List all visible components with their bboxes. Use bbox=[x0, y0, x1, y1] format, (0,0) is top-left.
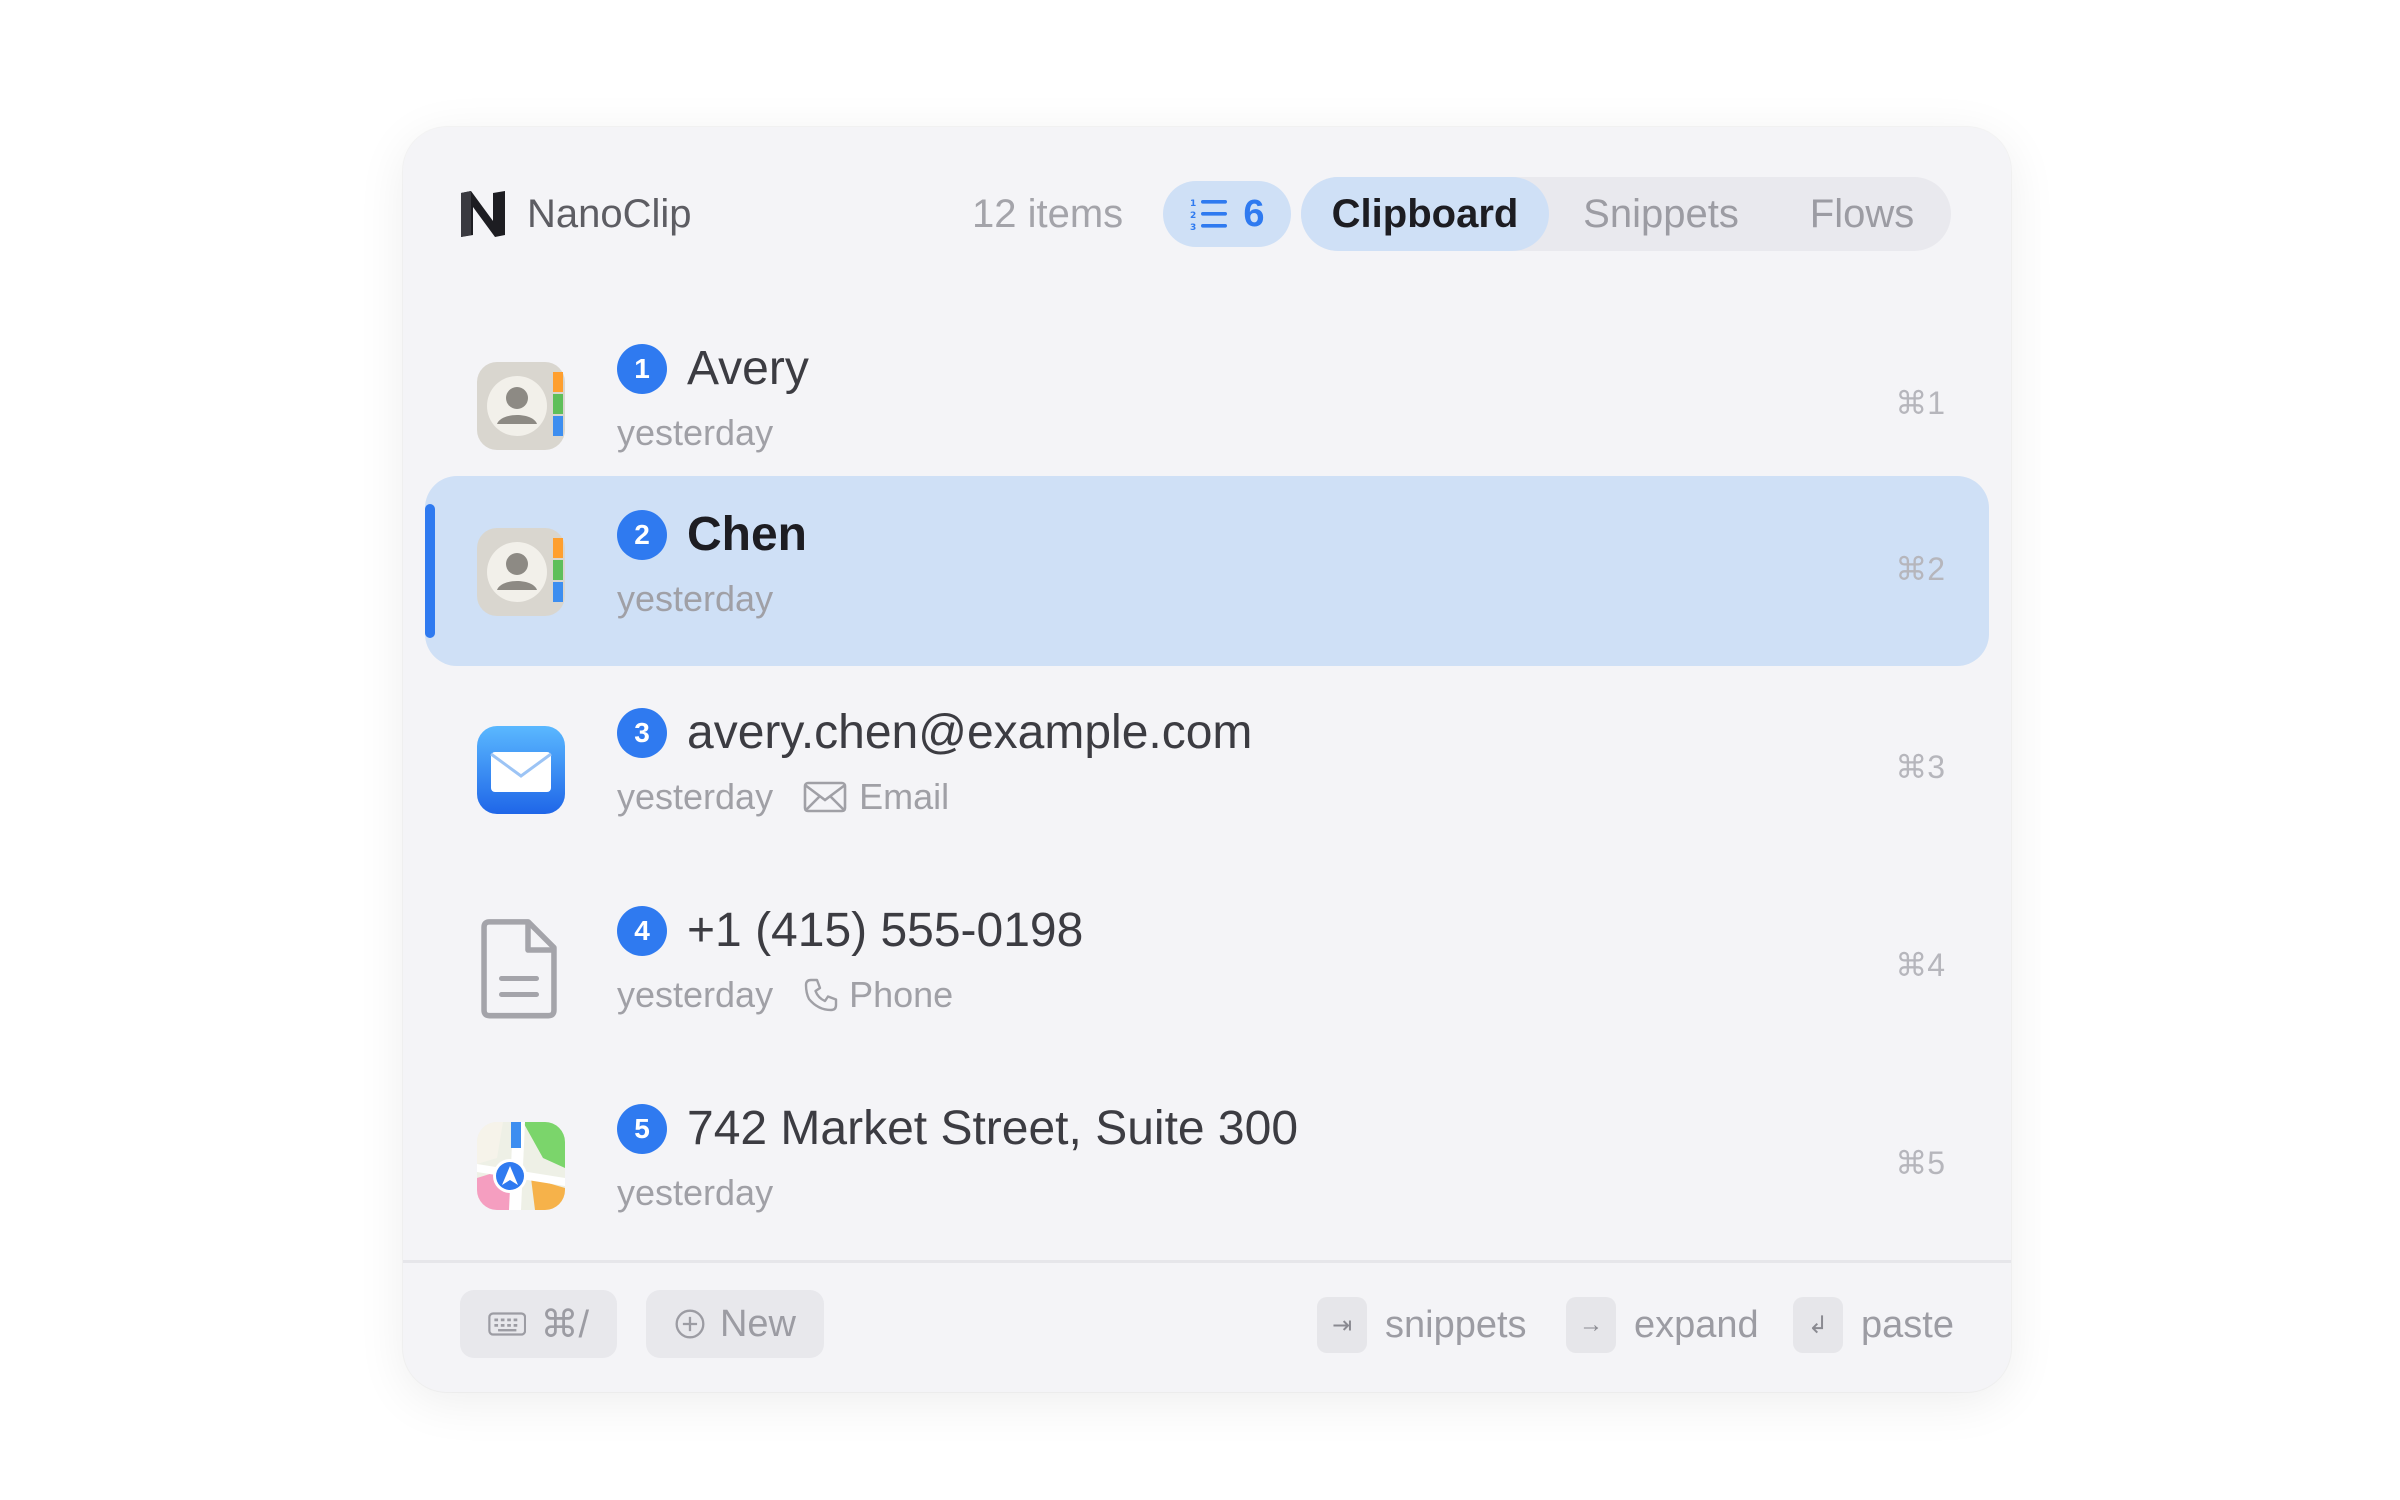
hint-snippets: ⇥ snippets bbox=[1317, 1297, 1527, 1353]
tab-clipboard[interactable]: Clipboard bbox=[1301, 177, 1549, 251]
tab-key-icon: ⇥ bbox=[1317, 1297, 1367, 1353]
item-shortcut: ⌘5 bbox=[1895, 1145, 1945, 1181]
hint-label: paste bbox=[1861, 1303, 1954, 1346]
item-meta: yesterday Phone bbox=[617, 972, 953, 1018]
item-index-badge: 3 bbox=[617, 708, 667, 758]
item-meta: yesterday bbox=[617, 1170, 773, 1216]
item-time: yesterday bbox=[617, 578, 774, 619]
item-title: Chen bbox=[687, 508, 807, 561]
contacts-app-icon bbox=[477, 528, 565, 616]
item-index-badge: 1 bbox=[617, 344, 667, 394]
item-title: avery.chen@example.com bbox=[687, 706, 1253, 759]
hint-paste: ↲ paste bbox=[1793, 1297, 1954, 1353]
arrow-right-key-icon: → bbox=[1566, 1297, 1616, 1353]
item-index-badge: 4 bbox=[617, 906, 667, 956]
item-index-badge: 2 bbox=[617, 510, 667, 560]
mail-app-icon bbox=[477, 726, 565, 814]
item-time: yesterday bbox=[617, 974, 774, 1015]
clip-item-3[interactable]: 3 avery.chen@example.com yesterday Email… bbox=[425, 674, 1989, 864]
item-index-badge: 5 bbox=[617, 1104, 667, 1154]
clip-item-1[interactable]: 1 Avery yesterday ⌘1 bbox=[425, 310, 1989, 500]
item-meta: yesterday bbox=[617, 576, 773, 622]
item-title: +1 (415) 555-0198 bbox=[687, 904, 1084, 957]
item-time: yesterday bbox=[617, 412, 774, 453]
new-label: New bbox=[719, 1302, 796, 1345]
item-count: 12 items bbox=[972, 192, 1124, 236]
tab-bar: Clipboard Snippets Flows bbox=[1301, 177, 1951, 251]
clip-item-2[interactable]: 2 Chen yesterday ⌘2 bbox=[425, 476, 1989, 666]
svg-text:3: 3 bbox=[1190, 223, 1196, 231]
phone-icon bbox=[804, 978, 838, 1012]
numbered-list-icon: 1 2 3 bbox=[1190, 199, 1228, 231]
plus-circle-icon bbox=[675, 1309, 705, 1339]
item-type-label: Phone bbox=[849, 974, 954, 1015]
svg-text:1: 1 bbox=[1190, 199, 1196, 209]
keyboard-shortcuts-button[interactable]: ⌘/ bbox=[460, 1290, 617, 1358]
item-title: 742 Market Street, Suite 300 bbox=[687, 1102, 1299, 1155]
item-meta: yesterday Email bbox=[617, 774, 949, 820]
queue-badge[interactable]: 1 2 3 6 bbox=[1163, 181, 1291, 247]
item-meta: yesterday bbox=[617, 410, 773, 456]
keyboard-icon bbox=[488, 1312, 527, 1336]
queue-count: 6 bbox=[1243, 192, 1265, 235]
item-shortcut: ⌘4 bbox=[1895, 947, 1945, 983]
tab-flows[interactable]: Flows bbox=[1773, 177, 1951, 251]
item-shortcut: ⌘3 bbox=[1895, 749, 1945, 785]
keyboard-shortcut-label: ⌘/ bbox=[540, 1303, 589, 1346]
svg-text:2: 2 bbox=[1190, 211, 1196, 221]
header: NanoClip 12 items 1 2 3 6 Clipboard Snip… bbox=[403, 127, 2011, 297]
maps-app-icon bbox=[477, 1122, 565, 1210]
clip-item-4[interactable]: 4 +1 (415) 555-0198 yesterday Phone ⌘4 bbox=[425, 872, 1989, 1062]
return-key-icon: ↲ bbox=[1793, 1297, 1843, 1353]
item-shortcut: ⌘2 bbox=[1895, 551, 1945, 587]
tab-snippets[interactable]: Snippets bbox=[1549, 177, 1773, 251]
nanoclip-logo-icon bbox=[461, 191, 505, 237]
selection-indicator bbox=[425, 504, 435, 638]
item-type: Email bbox=[803, 774, 949, 820]
contacts-app-icon bbox=[477, 362, 565, 450]
hint-label: snippets bbox=[1385, 1303, 1527, 1346]
clip-item-5[interactable]: 5 742 Market Street, Suite 300 yesterday… bbox=[425, 1070, 1989, 1260]
item-time: yesterday bbox=[617, 776, 774, 817]
item-type: Phone bbox=[803, 972, 953, 1018]
new-button[interactable]: New bbox=[646, 1290, 824, 1358]
item-shortcut: ⌘1 bbox=[1895, 385, 1945, 421]
item-time: yesterday bbox=[617, 1172, 774, 1213]
item-type-label: Email bbox=[859, 776, 950, 817]
app-title: NanoClip bbox=[527, 192, 692, 236]
nanoclip-window: NanoClip 12 items 1 2 3 6 Clipboard Snip… bbox=[403, 127, 2011, 1392]
footer-divider bbox=[403, 1260, 2011, 1263]
hint-expand: → expand bbox=[1566, 1297, 1759, 1353]
envelope-icon bbox=[803, 781, 847, 813]
hint-label: expand bbox=[1634, 1303, 1759, 1346]
item-title: Avery bbox=[687, 342, 809, 395]
document-icon bbox=[481, 919, 557, 1019]
